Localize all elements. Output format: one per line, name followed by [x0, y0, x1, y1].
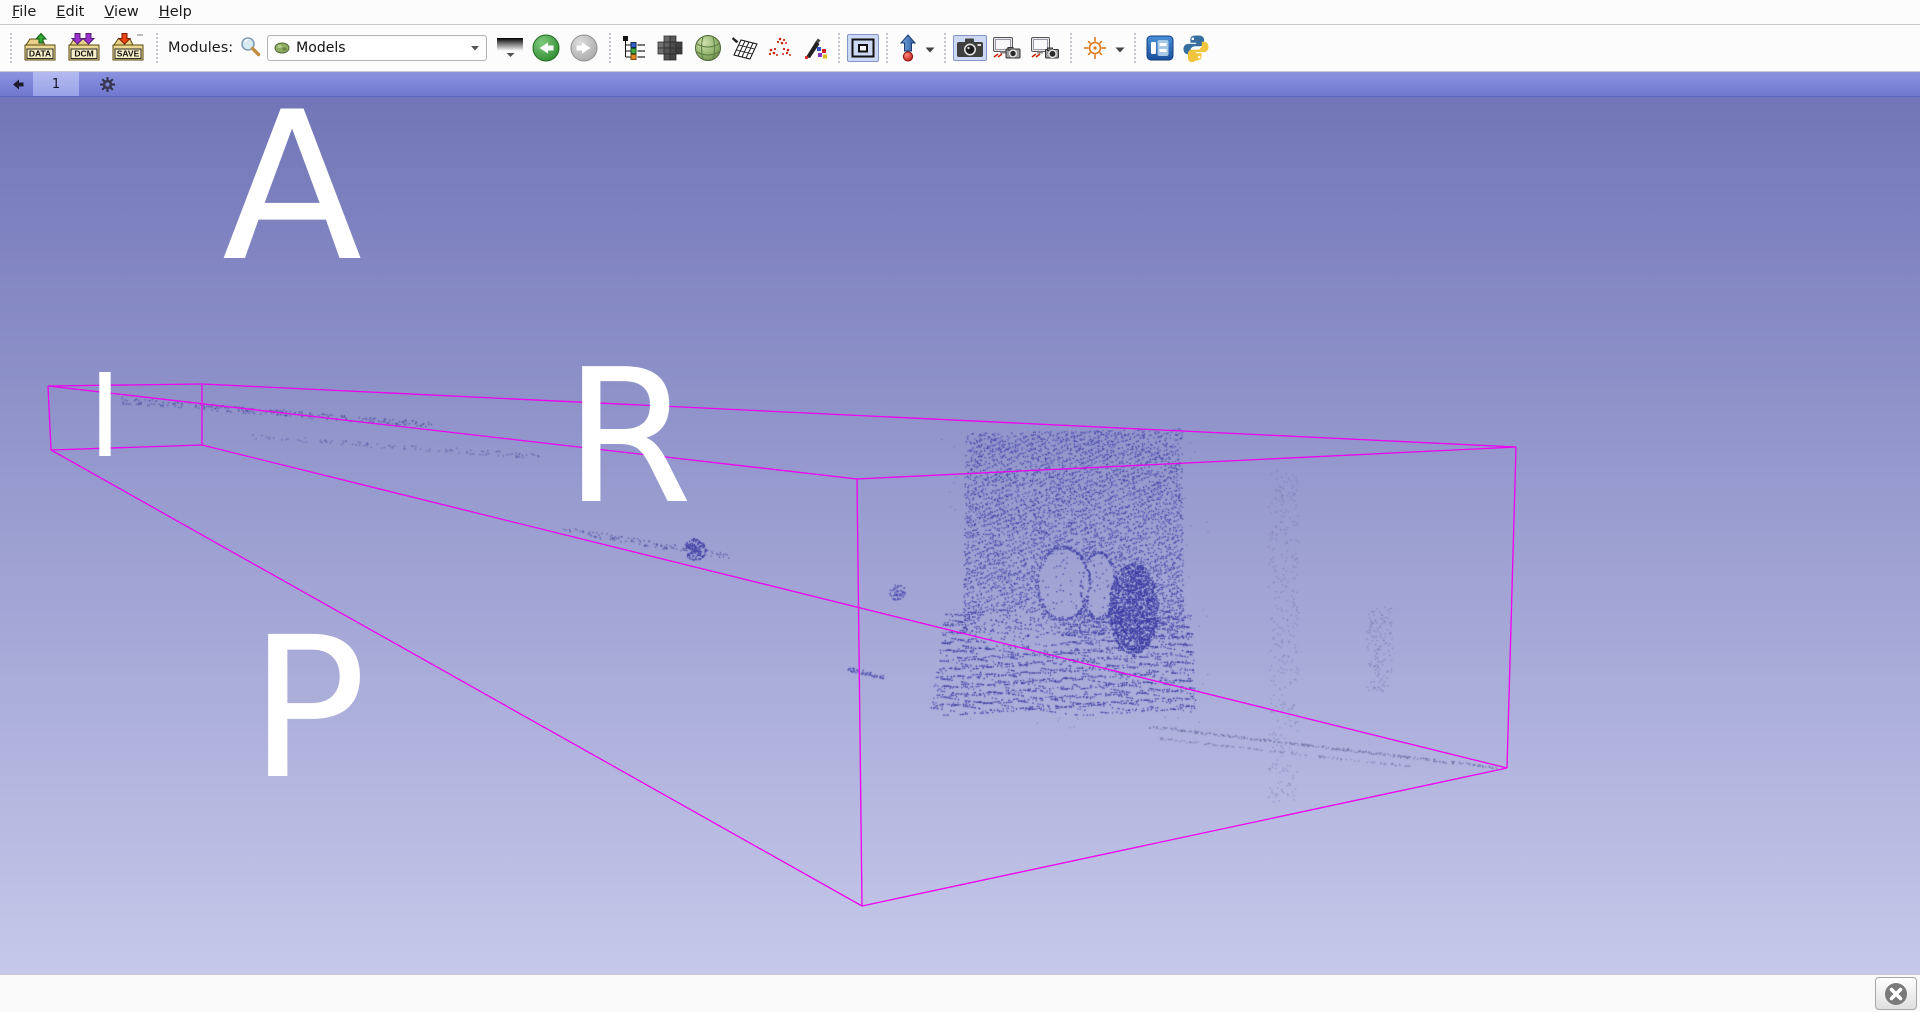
menu-edit[interactable]: Edit — [46, 2, 94, 22]
open-data-button[interactable]: DATA — [19, 29, 61, 67]
bounding-box-icon — [850, 36, 876, 60]
camera-icon — [956, 37, 984, 59]
toolbar-handle — [1134, 33, 1136, 63]
python-icon — [1182, 34, 1210, 62]
search-icon[interactable] — [239, 35, 261, 61]
pointset-red-dots-icon — [767, 36, 793, 60]
modules-label: Modules: — [168, 40, 233, 56]
view-tab-label: 1 — [52, 77, 60, 92]
toolbar-handle — [838, 33, 840, 63]
gradient-bar-icon — [497, 38, 523, 51]
open-dicom-button[interactable]: DCM — [63, 29, 105, 67]
svg-text:DATA: DATA — [29, 49, 51, 59]
surface-sphere-icon — [693, 34, 723, 62]
orientation-letter-P: P — [249, 611, 367, 806]
data-manager-tree-icon — [621, 34, 647, 62]
data-manager-button[interactable] — [618, 32, 650, 64]
open-data-folder-icon: DATA — [22, 31, 58, 65]
undo-icon — [531, 33, 561, 63]
arrow-ball-icon — [898, 34, 918, 62]
dock-back-arrow-icon[interactable] — [0, 72, 33, 96]
toolbar-handle — [1070, 33, 1072, 63]
close-icon — [1883, 981, 1909, 1007]
status-bar — [0, 974, 1920, 1012]
toolbar-handle — [944, 33, 946, 63]
application-window: File Edit View Help DATA DCM — [0, 0, 1920, 1012]
toolbar-handle — [609, 33, 611, 63]
svg-text:SAVE: SAVE — [117, 49, 140, 59]
reinit-button[interactable] — [895, 32, 921, 64]
close-button[interactable] — [1875, 977, 1917, 1010]
main-toolbar: DATA DCM SAVE Modules — [0, 25, 1920, 72]
toolbar-handle — [10, 33, 12, 63]
reinit-dropdown-arrow[interactable] — [924, 39, 936, 58]
menu-file[interactable]: File — [2, 2, 46, 22]
save-project-folder-icon: SAVE — [110, 31, 146, 65]
annotation-pen-icon — [801, 36, 828, 60]
menu-view[interactable]: View — [94, 2, 148, 22]
mesh-editor-button[interactable] — [728, 33, 762, 63]
orientation-letter-R: R — [564, 345, 693, 530]
toolbar-handle — [886, 33, 888, 63]
view-settings-gear-icon[interactable] — [99, 72, 116, 96]
modules-combobox-value: Models — [296, 40, 470, 56]
annotation-pen-button[interactable] — [798, 34, 831, 62]
3d-render-window[interactable]: AI R P — [0, 97, 1920, 974]
modules-combobox[interactable]: Models — [267, 35, 487, 61]
monitor-camera-icon — [992, 36, 1022, 60]
monitor-camera-alt-icon — [1030, 36, 1060, 60]
svg-text:DCM: DCM — [74, 49, 93, 59]
crosshair-button[interactable] — [1079, 34, 1111, 62]
save-project-button[interactable]: SAVE — [107, 29, 149, 67]
crosshair-dropdown-arrow[interactable] — [1114, 39, 1126, 58]
display-gradient-button[interactable] — [494, 36, 526, 60]
mesh-grid-pencil-icon — [731, 35, 759, 61]
movie-maker-alt-button[interactable] — [1027, 34, 1063, 62]
menu-bar: File Edit View Help — [0, 0, 1920, 25]
menu-help[interactable]: Help — [149, 2, 202, 22]
surface-button[interactable] — [690, 32, 726, 64]
model-blob-icon — [274, 42, 290, 54]
plugin-view-button[interactable] — [1143, 33, 1177, 63]
bounding-box-button[interactable] — [847, 34, 879, 62]
open-dicom-folder-icon: DCM — [66, 31, 102, 65]
chevron-down-icon — [470, 44, 480, 52]
pointset-button[interactable] — [764, 34, 796, 62]
orientation-letter-A: A — [222, 97, 362, 291]
python-console-button[interactable] — [1179, 32, 1213, 64]
plugin-icon — [1146, 35, 1174, 61]
undo-button[interactable] — [528, 31, 564, 65]
view-tab-bar: 1 — [0, 72, 1920, 97]
crosshair-icon — [1082, 36, 1108, 60]
redo-button[interactable] — [566, 31, 602, 65]
screenshot-button[interactable] — [953, 35, 987, 61]
movie-maker-button[interactable] — [989, 34, 1025, 62]
voxel-image-button[interactable] — [652, 32, 688, 64]
view-tab-1[interactable]: 1 — [33, 72, 79, 96]
toolbar-handle — [156, 33, 158, 63]
redo-icon — [569, 33, 599, 63]
orientation-letter-I: I — [88, 360, 122, 475]
voxel-cube-icon — [655, 34, 685, 62]
chevron-down-icon — [506, 52, 515, 58]
